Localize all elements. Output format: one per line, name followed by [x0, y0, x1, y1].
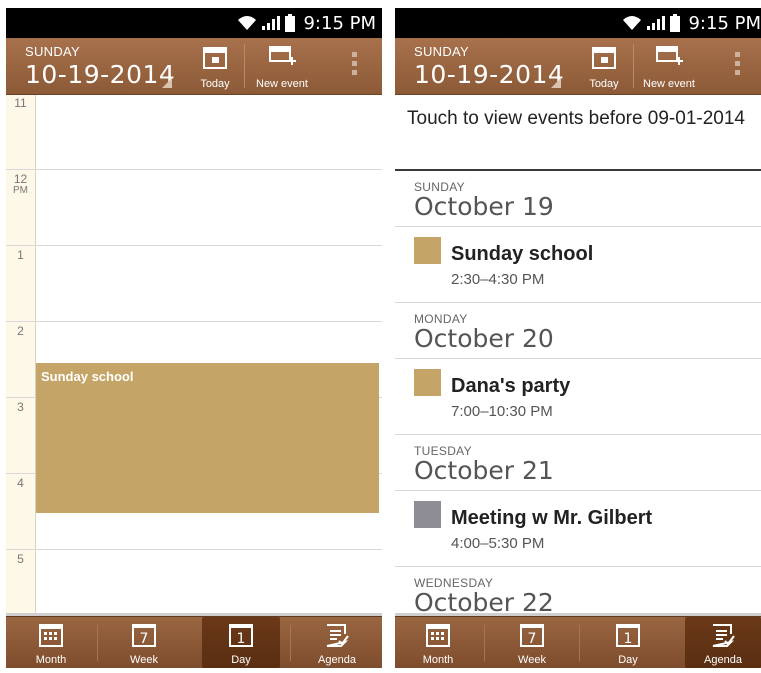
today-button[interactable]: Today — [581, 42, 627, 90]
wifi-icon — [623, 16, 642, 30]
week-calendar-icon: 7 — [132, 624, 156, 647]
new-event-button[interactable]: New event — [252, 42, 312, 90]
today-calendar-icon — [592, 47, 616, 69]
bottom-tab-bar: Month 7 Week 1 Day Agenda — [395, 616, 761, 668]
hour-label: 11 — [14, 96, 27, 110]
month-grid-icon — [39, 624, 63, 647]
event-color-swatch — [414, 237, 441, 264]
today-button[interactable]: Today — [192, 42, 238, 90]
agenda-day-header: WEDNESDAY October 22 — [395, 567, 761, 617]
agenda-view-screen: 9:15 PM SUNDAY 10-19-2014 Today New even… — [395, 8, 761, 668]
agenda-event[interactable]: Dana's party 7:00–10:30 PM — [395, 359, 761, 435]
agenda-day-header: MONDAY October 20 — [395, 303, 761, 359]
agenda-list-icon — [712, 624, 735, 647]
app-header: SUNDAY 10-19-2014 Today New event — [6, 38, 382, 95]
svg-text:1: 1 — [237, 631, 246, 647]
agenda-date: October 20 — [414, 324, 554, 353]
date-dropdown-icon[interactable] — [551, 78, 561, 88]
date-selector[interactable]: 10-19-2014 — [25, 60, 175, 89]
view-earlier-events[interactable]: Touch to view events before 09-01-2014 — [395, 95, 761, 171]
hour-label: 3 — [17, 400, 24, 414]
hour-row[interactable]: 11 — [6, 95, 382, 170]
tab-day[interactable]: 1 Day — [583, 617, 673, 668]
agenda-event[interactable]: Sunday school 2:30–4:30 PM — [395, 227, 761, 303]
agenda-event-title: Sunday school — [451, 243, 594, 265]
hour-label: 12 PM — [13, 172, 28, 196]
tab-day-label: Day — [618, 654, 638, 666]
agenda-day-header: TUESDAY October 21 — [395, 435, 761, 491]
app-header: SUNDAY 10-19-2014 Today New event — [395, 38, 761, 95]
new-event-label: New event — [256, 78, 308, 90]
bottom-tab-bar: Month 7 Week 1 Day Agenda — [6, 616, 382, 668]
svg-text:7: 7 — [140, 631, 149, 647]
tab-week[interactable]: 7 Week — [487, 617, 577, 668]
hour-label: 5 — [17, 552, 24, 566]
hour-label: 1 — [17, 248, 24, 262]
agenda-event-time: 4:00–5:30 PM — [451, 535, 545, 552]
tab-agenda[interactable]: Agenda — [292, 617, 382, 668]
signal-icon — [647, 16, 666, 30]
tab-week-label: Week — [130, 654, 158, 666]
agenda-list-icon — [326, 624, 349, 647]
month-grid-icon — [426, 624, 450, 647]
hour-label: 2 — [17, 324, 24, 338]
status-time: 9:15 PM — [688, 12, 761, 34]
tab-agenda[interactable]: Agenda — [685, 617, 761, 668]
agenda-event[interactable]: Meeting w Mr. Gilbert 4:00–5:30 PM — [395, 491, 761, 567]
tab-month[interactable]: Month — [6, 617, 96, 668]
tab-month[interactable]: Month — [395, 617, 481, 668]
agenda-event-time: 2:30–4:30 PM — [451, 271, 545, 288]
tab-week-label: Week — [518, 654, 546, 666]
day-calendar-icon: 1 — [616, 624, 640, 647]
more-options-icon[interactable] — [735, 52, 741, 80]
hour-label: 4 — [17, 476, 24, 490]
date-selector[interactable]: 10-19-2014 — [414, 60, 564, 89]
today-calendar-icon — [203, 47, 227, 69]
hour-row[interactable]: 5 — [6, 549, 382, 617]
tab-month-label: Month — [35, 654, 67, 666]
status-bar: 9:15 PM — [6, 8, 382, 38]
day-calendar-icon: 1 — [229, 624, 253, 647]
event-block-sunday-school[interactable]: Sunday school — [36, 363, 379, 513]
battery-icon — [670, 14, 681, 32]
event-block-title: Sunday school — [41, 369, 134, 384]
hour-row[interactable]: 1 — [6, 245, 382, 322]
today-label: Today — [589, 78, 619, 90]
status-bar: 9:15 PM — [395, 8, 761, 38]
more-options-icon[interactable] — [352, 52, 358, 80]
header-day-name: SUNDAY — [25, 44, 81, 59]
date-dropdown-icon[interactable] — [162, 78, 172, 88]
new-event-icon — [269, 46, 296, 65]
svg-text:1: 1 — [624, 631, 633, 647]
new-event-icon — [656, 46, 683, 65]
hour-row[interactable]: 12 PM — [6, 169, 382, 246]
event-color-swatch — [414, 369, 441, 396]
new-event-label: New event — [643, 78, 695, 90]
new-event-button[interactable]: New event — [639, 42, 699, 90]
agenda-day-header: SUNDAY October 19 — [395, 171, 761, 227]
wifi-icon — [238, 16, 257, 30]
agenda-event-time: 7:00–10:30 PM — [451, 403, 553, 420]
agenda-event-title: Meeting w Mr. Gilbert — [451, 507, 653, 529]
agenda-event-title: Dana's party — [451, 375, 571, 397]
battery-icon — [285, 14, 296, 32]
agenda-date: October 19 — [414, 192, 554, 221]
agenda-list[interactable]: Touch to view events before 09-01-2014 S… — [395, 95, 761, 617]
header-day-name: SUNDAY — [414, 44, 470, 59]
status-time: 9:15 PM — [303, 12, 376, 34]
svg-text:7: 7 — [528, 631, 537, 647]
tab-agenda-label: Agenda — [704, 654, 742, 666]
tab-month-label: Month — [422, 654, 454, 666]
tab-agenda-label: Agenda — [318, 654, 356, 666]
day-view-screen: 9:15 PM SUNDAY 10-19-2014 Today New even… — [6, 8, 382, 668]
tab-week[interactable]: 7 Week — [99, 617, 189, 668]
signal-icon — [262, 16, 281, 30]
event-color-swatch — [414, 501, 441, 528]
agenda-date: October 21 — [414, 456, 554, 485]
week-calendar-icon: 7 — [520, 624, 544, 647]
tab-day[interactable]: 1 Day — [202, 617, 280, 668]
tab-day-label: Day — [231, 654, 251, 666]
day-timeline[interactable]: 11 12 PM 1 2 3 4 5 Sunday school — [6, 95, 382, 617]
today-label: Today — [200, 78, 230, 90]
